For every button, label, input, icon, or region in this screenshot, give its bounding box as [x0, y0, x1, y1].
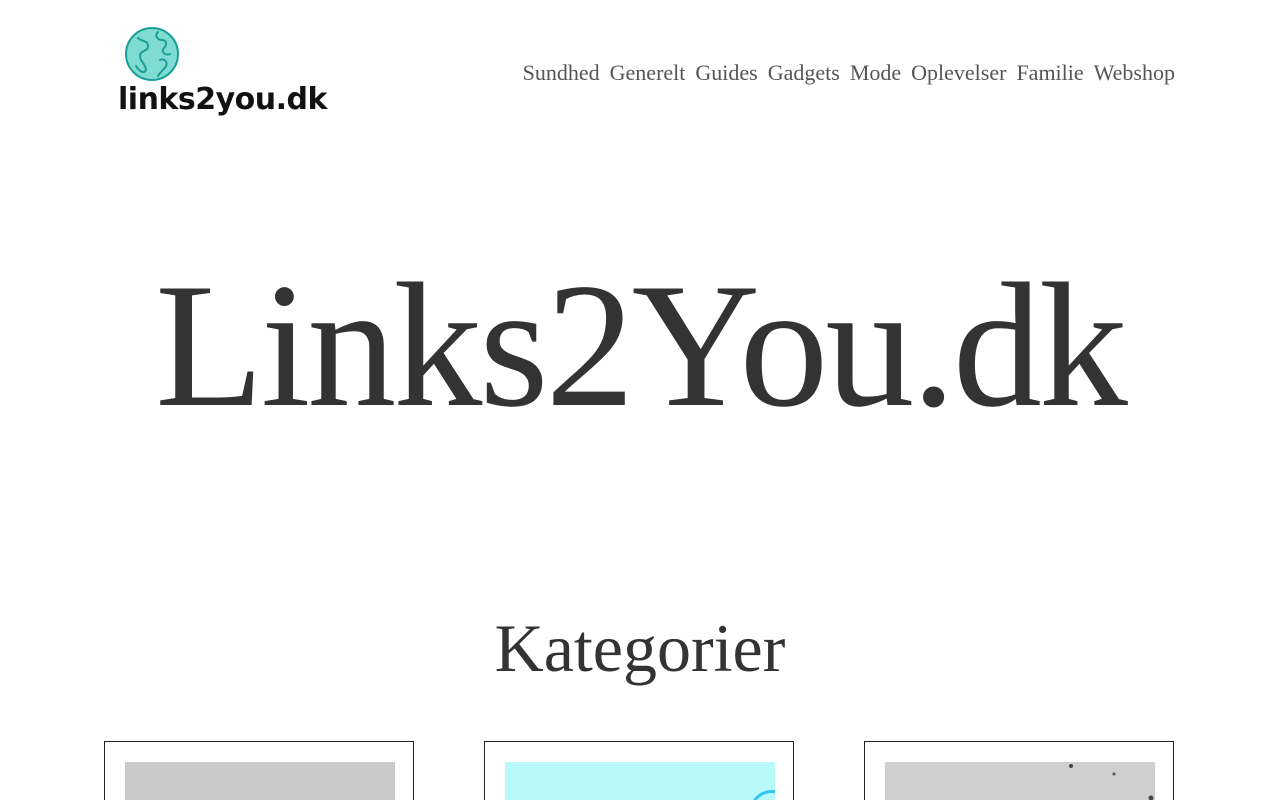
nav-item-gadgets[interactable]: Gadgets	[768, 58, 840, 88]
nav-item-mode[interactable]: Mode	[850, 58, 901, 88]
category-card[interactable]	[104, 741, 414, 800]
category-card-image	[885, 762, 1155, 800]
nav-item-guides[interactable]: Guides	[695, 58, 757, 88]
nav-item-sundhed[interactable]: Sundhed	[523, 58, 600, 88]
categories-heading: Kategorier	[494, 610, 786, 686]
nav-item-oplevelser[interactable]: Oplevelser	[911, 58, 1006, 88]
wave-shape	[749, 790, 775, 800]
site-title: Links2You.dk	[155, 246, 1128, 444]
globe-icon	[125, 27, 179, 81]
category-card-image	[125, 762, 395, 800]
speckle-pattern	[1069, 764, 1154, 800]
category-card[interactable]	[864, 741, 1174, 800]
logo-text: links2you.dk	[118, 82, 327, 117]
nav-item-webshop[interactable]: Webshop	[1094, 58, 1175, 88]
nav-item-generelt[interactable]: Generelt	[610, 58, 686, 88]
nav-item-familie[interactable]: Familie	[1016, 58, 1083, 88]
category-card-image	[505, 762, 775, 800]
category-card[interactable]	[484, 741, 794, 800]
main-nav: Sundhed Generelt Guides Gadgets Mode Opl…	[523, 58, 1175, 88]
site-logo[interactable]: links2you.dk	[118, 24, 332, 122]
